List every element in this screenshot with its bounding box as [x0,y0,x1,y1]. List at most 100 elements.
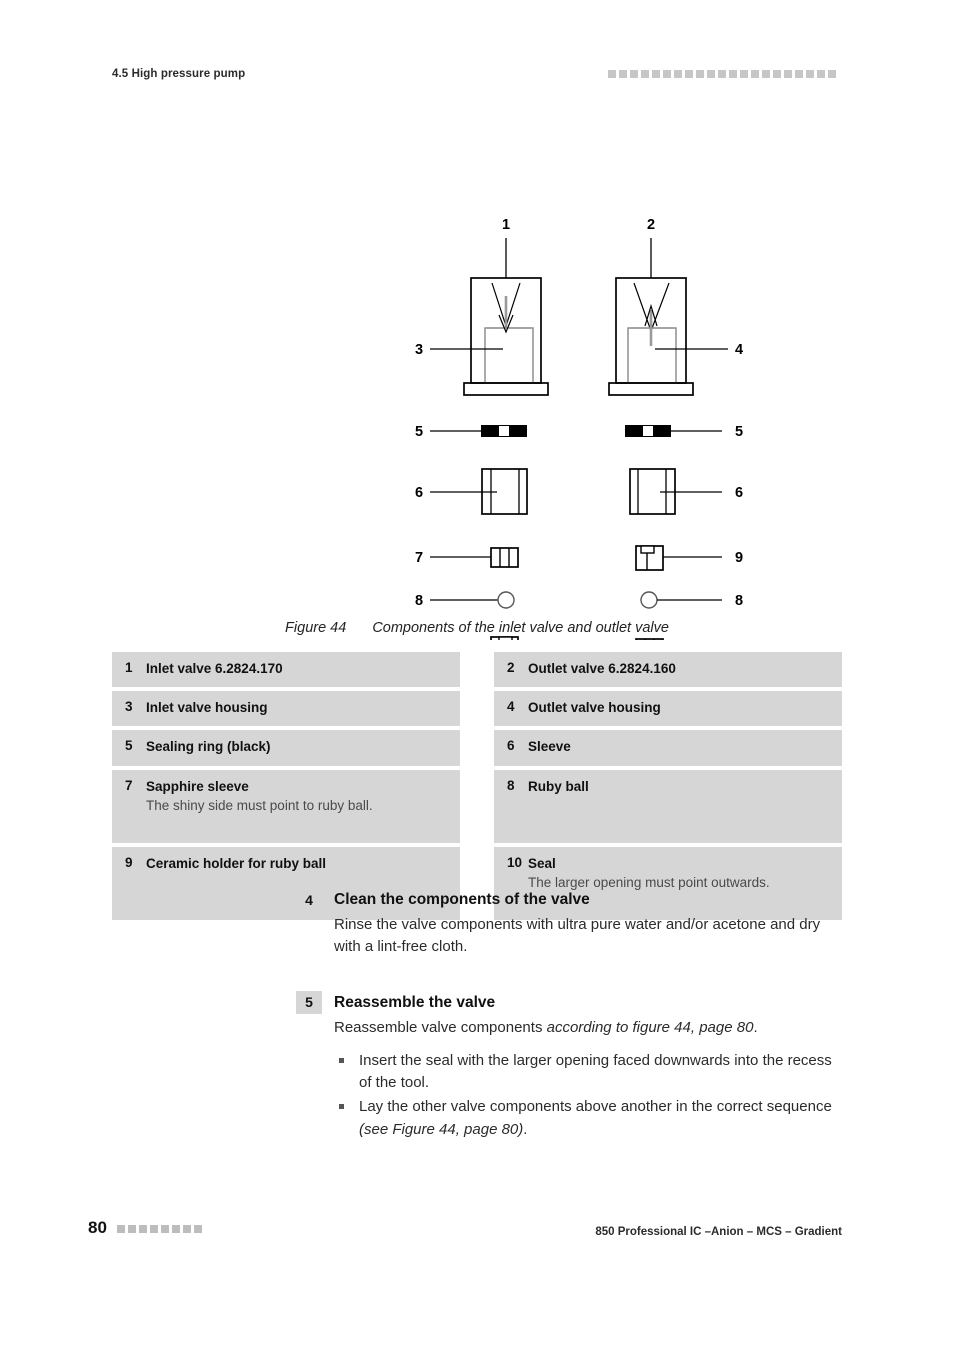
legend-row-label: Outlet valve housing [528,700,661,716]
header-square [630,70,638,78]
footer-square [161,1225,169,1233]
callout-2-label: 2 [647,217,655,233]
legend-row: 3 Inlet valve housing [112,691,460,727]
step-body: Reassemble valve components according to… [334,1017,842,1039]
footer-square [139,1225,147,1233]
figure-caption-number: Figure 44 [285,620,347,636]
legend-row-body: Sealing ring (black) [146,738,460,756]
callout-3-label: 3 [415,342,423,358]
footer-square [172,1225,180,1233]
footer-square [128,1225,136,1233]
header-square [652,70,660,78]
header-square [795,70,803,78]
step-title: Clean the components of the valve [334,891,590,908]
header-square [773,70,781,78]
header-square [696,70,704,78]
legend-row-body: Inlet valve 6.2824.170 [146,660,460,678]
header-square [641,70,649,78]
outlet-valve-housing-drawing [608,277,694,396]
legend-row: 4 Outlet valve housing [494,691,842,727]
legend-row-number: 1 [125,660,133,675]
legend-row: 2 Outlet valve 6.2824.160 [494,652,842,688]
header-square [806,70,814,78]
callout-6-right-label: 6 [735,485,743,501]
running-header-section: 4.5 High pressure pump [112,68,246,80]
header-square [784,70,792,78]
legend-row-label: Ruby ball [528,778,589,794]
step-body-reference: according to figure 44, page 80 [546,1018,754,1036]
header-square [817,70,825,78]
step-body: Rinse the valve components with ultra pu… [334,916,821,956]
legend-row-label: Inlet valve 6.2824.170 [146,661,283,676]
legend-row-label: Outlet valve 6.2824.160 [528,661,676,676]
legend-row-label: Inlet valve housing [146,700,268,716]
legend-row: 8 Ruby ball [494,769,842,843]
header-square [707,70,715,78]
legend-row: 6 Sleeve [494,730,842,766]
legend-row-number: 5 [125,738,133,754]
header-square [729,70,737,78]
header-square [619,70,627,78]
bullet-square-icon [339,1104,344,1110]
legend-row-number: 4 [507,699,515,715]
step-5: 5 Reassemble the valve Reassemble valve … [296,990,842,1141]
footer-product-name: 850 Professional IC –Anion – MCS – Gradi… [595,1226,842,1238]
step-title: Reassemble the valve [334,993,496,1011]
procedure-steps: 4 Clean the components of the valve Rins… [296,888,842,1165]
step-bullet-list: Insert the seal with the larger opening … [334,1050,842,1141]
legend-row-number: 7 [125,777,133,793]
legend-row-number: 6 [507,738,515,754]
header-decoration-squares [608,70,836,78]
legend-row: 5 Sealing ring (black) [112,730,460,766]
legend-column-left: 1 Inlet valve 6.2824.170 3 Inlet valve h… [112,652,460,920]
legend-row-label: Sapphire sleeve [146,778,249,794]
legend-column-right: 2 Outlet valve 6.2824.160 4 Outlet valve… [494,652,842,920]
footer-square [117,1225,125,1233]
step-4: 4 Clean the components of the valve Rins… [296,888,842,959]
step-body-tail: . [753,1018,758,1036]
callout-5-right-label: 5 [735,424,743,440]
step-number-badge: 4 [296,888,322,911]
legend-row-number: 9 [125,854,133,870]
step-body-plain: Reassemble valve components [334,1018,547,1036]
legend-row-body: Inlet valve housing [146,699,460,717]
legend-row: 7 Sapphire sleeve The shiny side must po… [112,769,460,843]
ceramic-holder-left-drawing [490,636,519,640]
legend-row-body: Ruby ball [528,778,842,834]
inlet-valve-housing-drawing [463,277,549,396]
legend-row-number: 2 [507,660,515,675]
footer-square [194,1225,202,1233]
list-item-text: Insert the seal with the larger opening … [359,1052,832,1092]
footer-square [183,1225,191,1233]
callout-6-left-label: 6 [415,485,423,501]
list-item-reference: (see Figure 44, page 80) [359,1120,524,1138]
legend-row-label: Sealing ring (black) [146,739,271,755]
list-item-text: Lay the other valve components above ano… [359,1098,832,1116]
callout-4-label: 4 [735,342,743,358]
figure-caption-text: Components of the inlet valve and outlet… [372,620,669,636]
legend-row-body: Outlet valve housing [528,699,842,717]
header-square [685,70,693,78]
page-number: 80 [88,1218,107,1237]
legend-row-number: 8 [507,777,515,793]
sapphire-sleeve-right-drawing [635,638,664,640]
header-square [608,70,616,78]
legend-row-label: Seal [528,855,556,871]
legend-row: 1 Inlet valve 6.2824.170 [112,652,460,688]
legend-row-body: Outlet valve 6.2824.160 [528,660,842,678]
legend-row-number: 3 [125,699,133,715]
header-square [828,70,836,78]
header-square [762,70,770,78]
figure-legend-table: 1 Inlet valve 6.2824.170 3 Inlet valve h… [112,652,842,920]
figure-caption: Figure 44 Components of the inlet valve a… [0,620,954,636]
header-square [740,70,748,78]
sealing-ring-right-drawing [625,425,671,437]
legend-row-note: The shiny side must point to ruby ball. [146,797,373,813]
footer-decoration-squares [117,1225,202,1233]
legend-row-label: Sleeve [528,739,571,755]
callout-1-label: 1 [502,217,510,233]
legend-row-body: Sleeve [528,738,842,756]
figure-44-diagram: 1 2 3 4 5 5 6 6 7 9 8 8 [0,100,954,640]
legend-row-label: Ceramic holder for ruby ball [146,855,327,871]
header-square [718,70,726,78]
